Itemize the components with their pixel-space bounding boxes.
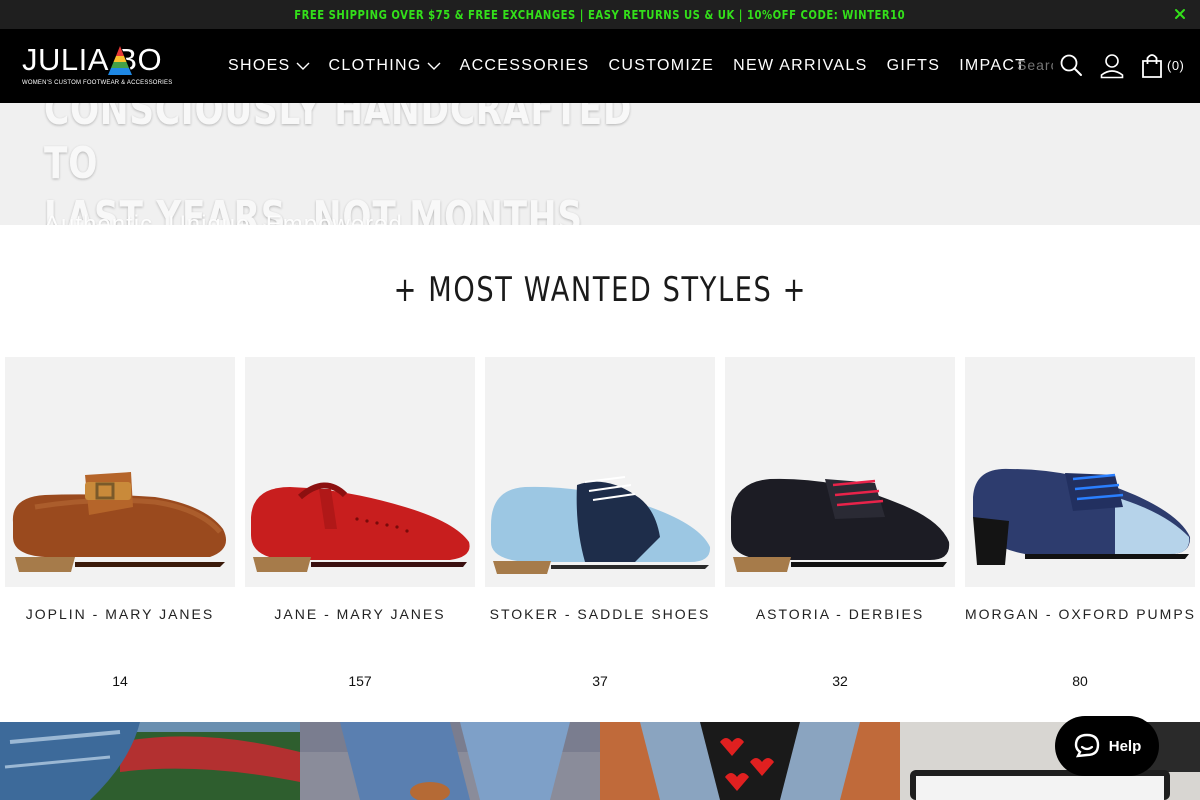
search-input[interactable] <box>1017 57 1053 73</box>
lifestyle-image[interactable] <box>300 722 600 800</box>
nav-label: GIFTS <box>886 57 941 74</box>
lifestyle-image[interactable] <box>600 722 900 800</box>
chevron-down-icon <box>296 62 310 70</box>
hero-title: CONSCIOUSLY HANDCRAFTED TO LAST YEARS, N… <box>44 103 668 225</box>
product-card[interactable]: ASTORIA - DERBIES 32 <box>725 357 955 702</box>
review-count: 14 <box>112 673 128 689</box>
hero-title-line: CONSCIOUSLY HANDCRAFTED TO <box>44 103 633 189</box>
review-count: 32 <box>832 673 848 689</box>
product-image[interactable] <box>5 357 235 587</box>
search-icon[interactable] <box>1059 53 1083 77</box>
logo[interactable]: JULIA BO WOMEN'S CUSTOM FOOTWEAR & ACCES… <box>22 43 182 91</box>
nav-label: ACCESSORIES <box>459 57 590 74</box>
product-image[interactable] <box>725 357 955 587</box>
legs-photo <box>300 722 600 800</box>
brown-mary-jane-shoe-icon <box>12 472 227 572</box>
nav-item-customize[interactable]: CUSTOMIZE <box>608 57 714 75</box>
nav-item-accessories[interactable]: ACCESSORIES <box>460 57 590 75</box>
logo-text: JULIA BO <box>22 42 163 77</box>
section-title-text: + MOST WANTED STYLES + <box>393 270 807 310</box>
lifestyle-image[interactable] <box>0 722 300 800</box>
product-image[interactable] <box>245 357 475 587</box>
nav-item-clothing[interactable]: CLOTHING <box>329 57 441 75</box>
nav-label: SHOES <box>228 57 291 74</box>
product-grid: JOPLIN - MARY JANES 14 JANE - MARY JANES… <box>5 357 1195 702</box>
chat-bubble-icon <box>1074 733 1099 758</box>
announcement-text: FREE SHIPPING OVER $75 & FREE EXCHANGES … <box>294 7 906 22</box>
product-card[interactable]: MORGAN - OXFORD PUMPS 80 <box>965 357 1195 702</box>
review-count: 37 <box>592 673 608 689</box>
product-name[interactable]: STOKER - SADDLE SHOES <box>485 606 715 622</box>
announcement-bar: FREE SHIPPING OVER $75 & FREE EXCHANGES … <box>0 0 1200 29</box>
nav-label: NEW ARRIVALS <box>733 57 868 74</box>
denim-photo <box>0 722 300 800</box>
product-image[interactable] <box>965 357 1195 587</box>
shopping-bag-icon[interactable] <box>1141 53 1163 79</box>
product-image[interactable] <box>485 357 715 587</box>
nav-item-shoes[interactable]: SHOES <box>228 57 310 75</box>
help-button[interactable]: Help <box>1055 716 1159 776</box>
scarf-photo <box>600 722 900 800</box>
product-card[interactable]: STOKER - SADDLE SHOES 37 <box>485 357 715 702</box>
review-count: 157 <box>348 673 372 689</box>
logo-rainbow-triangle-icon <box>107 44 133 75</box>
review-count: 80 <box>1072 673 1088 689</box>
nav-label: CUSTOMIZE <box>608 57 715 74</box>
section-title: + MOST WANTED STYLES + <box>0 270 1200 310</box>
product-card[interactable]: JANE - MARY JANES 157 <box>245 357 475 702</box>
close-icon[interactable] <box>1172 6 1188 22</box>
nav-label: CLOTHING <box>328 57 422 74</box>
red-t-strap-shoe-icon <box>251 482 470 572</box>
product-name[interactable]: JANE - MARY JANES <box>245 606 475 622</box>
hero-banner: CONSCIOUSLY HANDCRAFTED TO LAST YEARS, N… <box>0 103 1200 225</box>
product-name[interactable]: ASTORIA - DERBIES <box>725 606 955 622</box>
hero-subtitle: Authentic. Unique. Empowered. <box>44 211 411 225</box>
account-icon[interactable] <box>1100 53 1124 79</box>
help-label: Help <box>1108 737 1142 755</box>
product-name[interactable]: JOPLIN - MARY JANES <box>5 606 235 622</box>
product-name[interactable]: MORGAN - OXFORD PUMPS <box>965 606 1195 622</box>
chevron-down-icon <box>427 62 441 70</box>
product-card[interactable]: JOPLIN - MARY JANES 14 <box>5 357 235 702</box>
navy-oxford-pump-icon <box>973 468 1191 565</box>
lifestyle-gallery <box>0 722 1200 800</box>
cart-count[interactable]: (0) <box>1167 58 1184 73</box>
nav-item-gifts[interactable]: GIFTS <box>887 57 941 75</box>
main-nav: SHOES CLOTHING ACCESSORIES CUSTOMIZE NEW… <box>228 29 1045 103</box>
site-header: JULIA BO WOMEN'S CUSTOM FOOTWEAR & ACCES… <box>0 29 1200 103</box>
search-area <box>1017 53 1083 77</box>
logo-tagline: WOMEN'S CUSTOM FOOTWEAR & ACCESSORIES <box>22 80 173 86</box>
blue-saddle-shoe-icon <box>491 476 711 574</box>
black-derby-shoe-icon <box>731 478 950 572</box>
nav-item-new-arrivals[interactable]: NEW ARRIVALS <box>733 57 867 75</box>
